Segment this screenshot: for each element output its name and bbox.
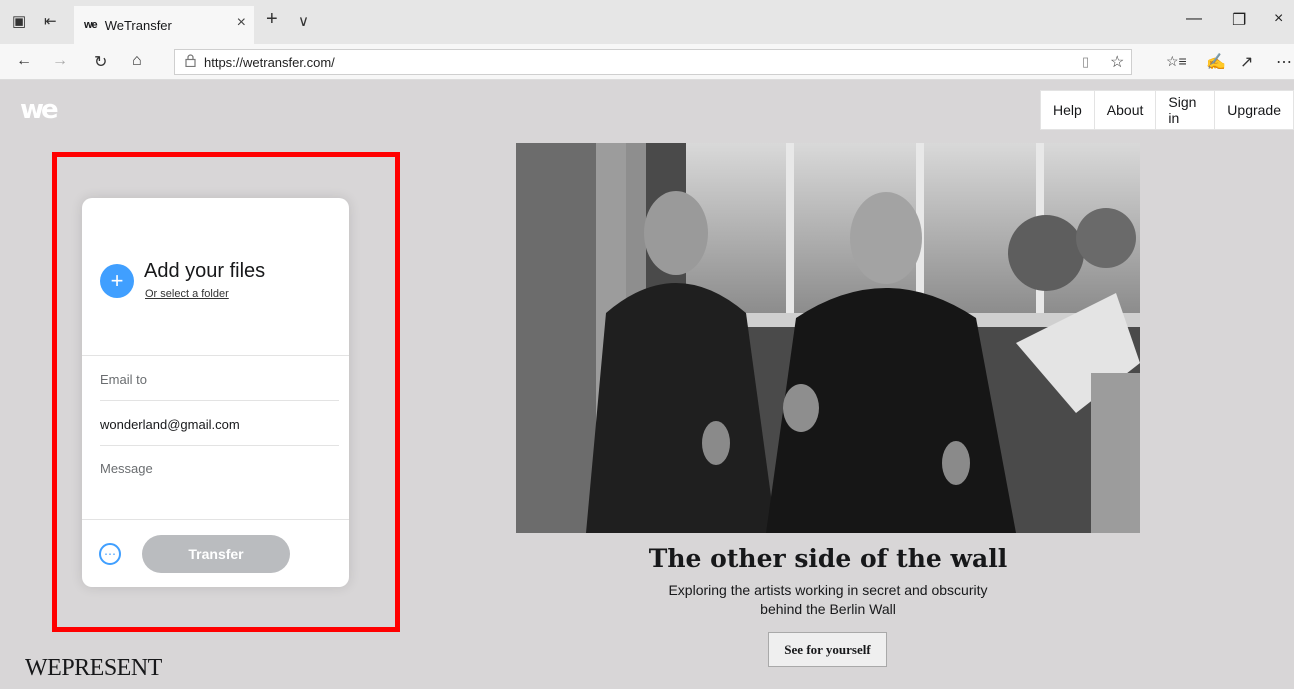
browser-nav-bar: ← → ↻ ⌂ https://wetransfer.com/ ▯ ☆ ☆≡ ✍… — [0, 44, 1294, 80]
tab-menu-icon[interactable]: ∨ — [298, 12, 309, 30]
new-tab-icon[interactable]: + — [266, 8, 278, 31]
plus-icon: + — [110, 268, 124, 293]
transfer-button[interactable]: Transfer — [142, 535, 290, 573]
back-icon[interactable]: ← — [16, 52, 32, 70]
add-files-title[interactable]: Add your files — [144, 260, 265, 283]
email-recipient[interactable]: wonderland@gmail.com — [100, 401, 339, 446]
feature-subline-line-2: behind the Berlin Wall — [760, 601, 896, 617]
more-icon[interactable]: ⋯ — [1276, 52, 1292, 72]
add-files-button[interactable]: + — [100, 264, 134, 298]
more-options-icon: ⋯ — [104, 547, 116, 561]
feature-photo[interactable] — [516, 143, 1140, 533]
refresh-icon[interactable]: ↻ — [94, 52, 107, 72]
feature-headline: The other side of the wall — [648, 544, 1008, 573]
select-folder-link[interactable]: Or select a folder — [145, 288, 229, 300]
restore-icon[interactable]: ❐ — [1232, 10, 1246, 30]
forward-icon[interactable]: → — [52, 52, 68, 70]
upload-panel: + Add your files Or select a folder Emai… — [82, 198, 349, 587]
tab-actions-icon[interactable]: ▣ — [12, 12, 26, 30]
see-for-yourself-button[interactable]: See for yourself — [768, 632, 887, 667]
window-close-icon[interactable]: × — [1274, 10, 1283, 28]
favorites-list-icon[interactable]: ☆≡ — [1166, 53, 1187, 70]
set-aside-tabs-icon[interactable]: ⇤ — [44, 12, 57, 30]
feature-subline: Exploring the artists working in secret … — [516, 581, 1140, 619]
nav-sign-in[interactable]: Sign in — [1156, 91, 1216, 129]
reading-view-icon[interactable]: ▯ — [1082, 54, 1089, 70]
wetransfer-logo[interactable]: we — [20, 95, 59, 125]
email-to-field[interactable]: Email to — [100, 356, 339, 401]
lock-icon — [185, 54, 196, 70]
tab-close-icon[interactable]: × — [237, 14, 246, 32]
pen-icon[interactable]: ✍ — [1206, 52, 1226, 72]
home-icon[interactable]: ⌂ — [132, 52, 142, 70]
minimize-icon[interactable]: — — [1186, 10, 1202, 28]
message-field[interactable]: Message — [100, 461, 153, 476]
wepresent-logo[interactable]: WEPRESENT — [25, 655, 162, 682]
address-url: https://wetransfer.com/ — [204, 54, 335, 70]
panel-divider — [82, 519, 349, 520]
share-icon[interactable]: ↗ — [1240, 52, 1253, 72]
tab-wetransfer[interactable]: we WeTransfer × — [74, 6, 254, 44]
browser-tab-bar: ▣ ⇤ we WeTransfer × + ∨ — ❐ × — [0, 0, 1294, 44]
feature-subline-line-1: Exploring the artists working in secret … — [668, 582, 988, 598]
tab-title: WeTransfer — [104, 17, 172, 33]
top-nav: Help About Sign in Upgrade — [1040, 90, 1294, 130]
nav-about[interactable]: About — [1095, 91, 1157, 129]
feature-photo-image — [516, 143, 1140, 533]
address-bar[interactable]: https://wetransfer.com/ — [174, 49, 1132, 75]
nav-upgrade[interactable]: Upgrade — [1215, 91, 1293, 129]
nav-help[interactable]: Help — [1041, 91, 1095, 129]
favorite-star-icon[interactable]: ☆ — [1110, 52, 1124, 72]
wetransfer-favicon-icon: we — [84, 19, 98, 31]
options-button[interactable]: ⋯ — [99, 543, 121, 565]
